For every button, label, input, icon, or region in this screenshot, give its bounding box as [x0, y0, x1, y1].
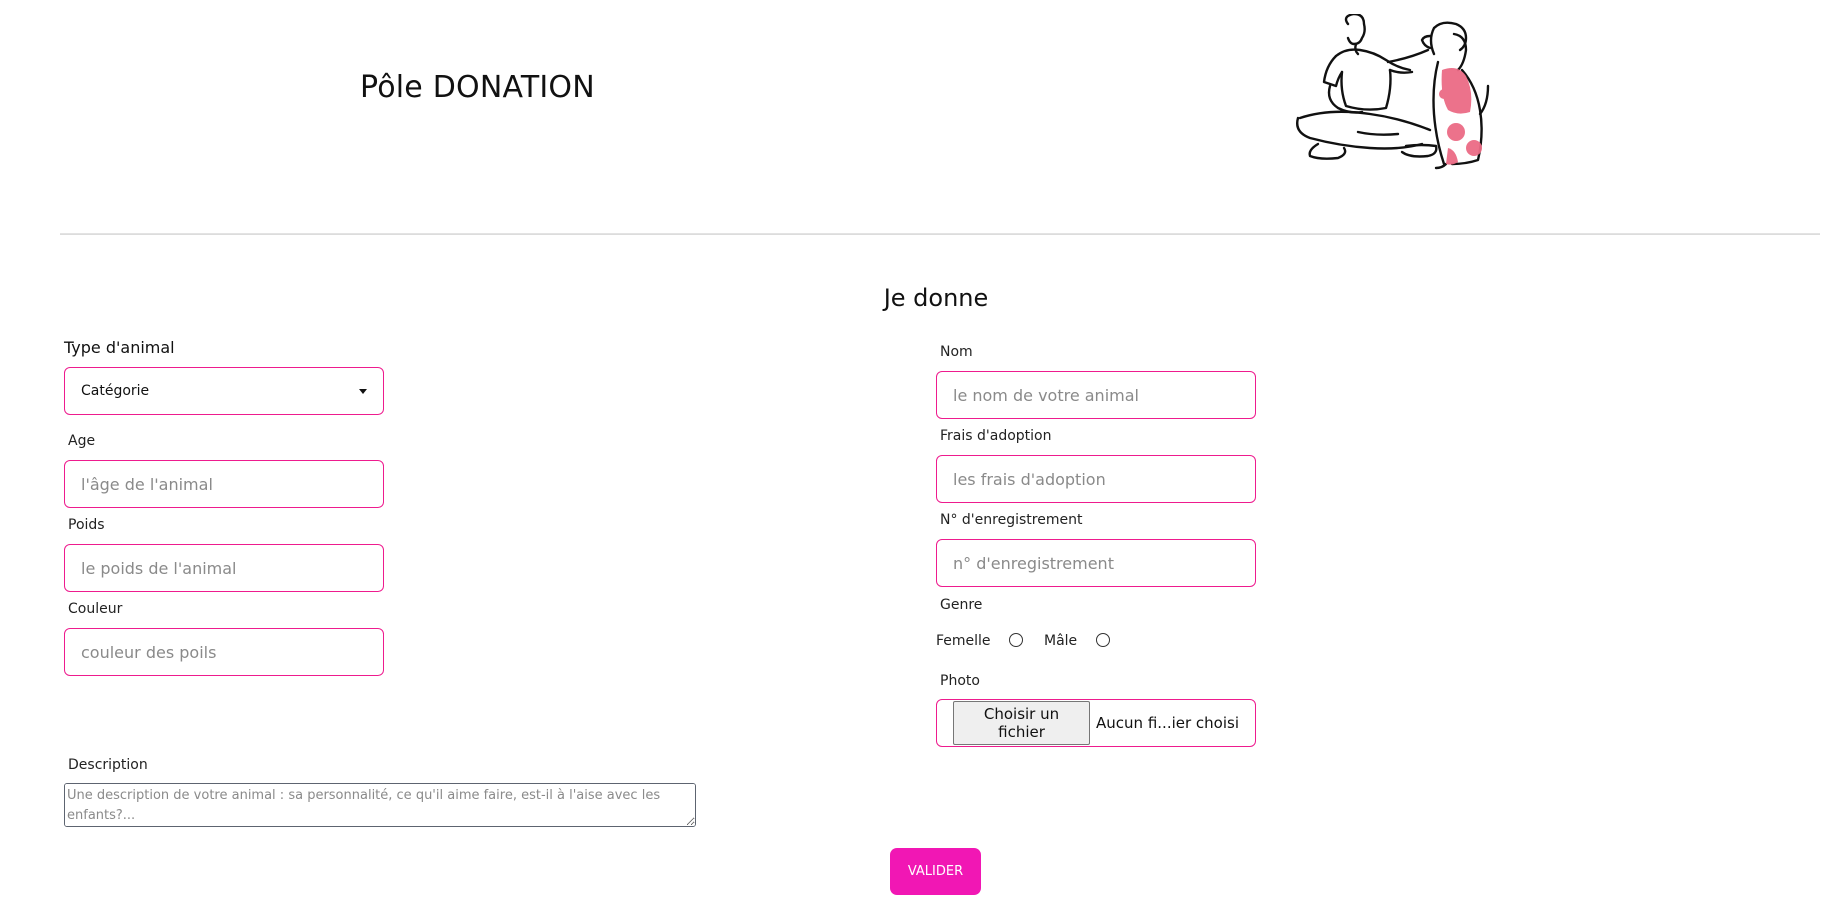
animal-type-select[interactable]: Catégorie	[64, 367, 384, 415]
gender-label: Genre	[940, 597, 983, 613]
weight-input[interactable]	[64, 544, 384, 592]
male-label: Mâle	[1044, 633, 1078, 649]
description-textarea[interactable]	[64, 783, 696, 827]
weight-label: Poids	[68, 517, 105, 533]
female-radio[interactable]	[1009, 633, 1023, 647]
adoption-fee-label: Frais d'adoption	[940, 428, 1052, 444]
registration-input[interactable]	[936, 539, 1256, 587]
age-label: Age	[68, 433, 96, 449]
photo-label: Photo	[940, 673, 980, 689]
female-label: Femelle	[936, 633, 991, 649]
name-label: Nom	[940, 344, 973, 360]
animal-type-select-value: Catégorie	[81, 383, 150, 399]
age-input[interactable]	[64, 460, 384, 508]
animal-type-label: Type d'animal	[64, 338, 175, 357]
male-radio[interactable]	[1096, 633, 1110, 647]
description-label: Description	[68, 757, 148, 773]
header-divider	[60, 233, 1820, 235]
adoption-fee-input[interactable]	[936, 455, 1256, 503]
person-and-dog-illustration	[1296, 14, 1490, 170]
choose-file-button[interactable]: Choisir un fichier	[953, 701, 1091, 745]
page-title: Pôle DONATION	[360, 70, 595, 105]
submit-button[interactable]: VALIDER	[890, 848, 981, 895]
color-label: Couleur	[68, 601, 123, 617]
name-input[interactable]	[936, 371, 1256, 419]
registration-label: N° d'enregistrement	[940, 512, 1083, 528]
file-status-text: Aucun fi...ier choisi	[1096, 714, 1239, 732]
color-input[interactable]	[64, 628, 384, 676]
form-title: Je donne	[883, 284, 989, 312]
caret-down-icon	[359, 388, 367, 394]
photo-file-input[interactable]: Choisir un fichier Aucun fi...ier choisi	[936, 699, 1256, 747]
